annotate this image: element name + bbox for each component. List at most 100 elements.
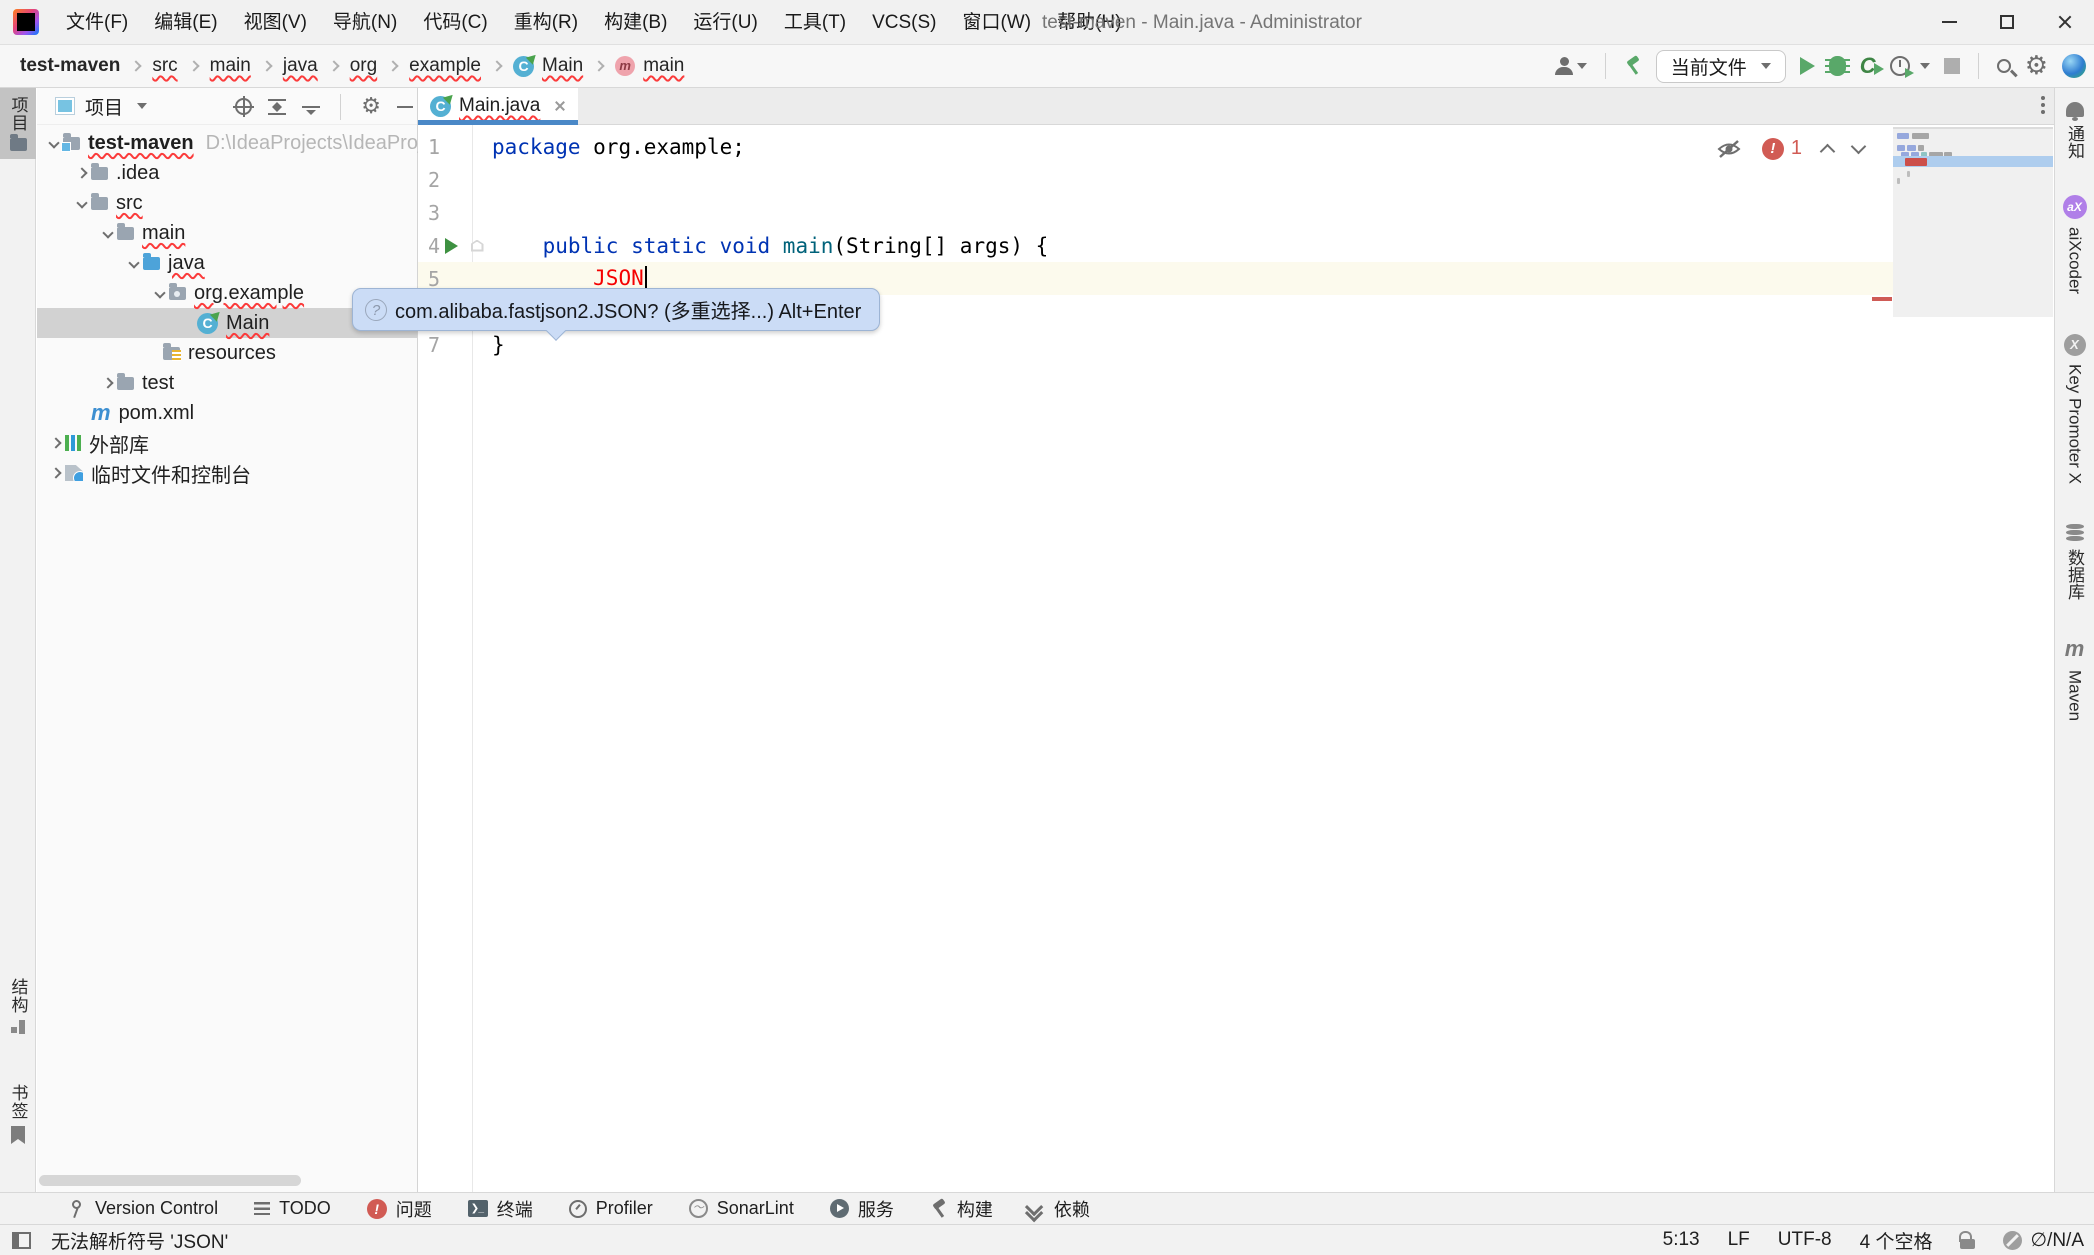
caret-position[interactable]: 5:13 xyxy=(1663,1229,1700,1251)
tree-row-resources[interactable]: resources xyxy=(37,338,417,368)
options-gear-icon[interactable]: ⚙ xyxy=(361,94,381,120)
chevron-right-icon[interactable] xyxy=(47,469,65,477)
breadcrumb-src[interactable]: src xyxy=(152,55,177,77)
tool-button-maven[interactable]: m Maven xyxy=(2055,636,2094,721)
tool-button-key-promoter[interactable]: Key Promoter X xyxy=(2055,334,2094,484)
breadcrumb-main-class[interactable]: Main xyxy=(542,55,583,77)
error-count-widget[interactable]: ! 1 xyxy=(1762,137,1802,160)
menu-code[interactable]: 代码(C) xyxy=(410,0,500,45)
chevron-down-icon[interactable] xyxy=(73,199,91,207)
error-stripe-mark[interactable] xyxy=(1872,297,1892,301)
chevron-down-icon[interactable] xyxy=(125,259,143,267)
close-button[interactable] xyxy=(2036,0,2094,44)
highlighting-level-icon[interactable] xyxy=(1716,139,1742,159)
menu-view[interactable]: 视图(V) xyxy=(231,0,320,45)
code-line-1[interactable]: 1 package org.example; xyxy=(418,130,1893,163)
tree-row-idea[interactable]: .idea xyxy=(37,158,417,188)
chevron-right-icon[interactable] xyxy=(73,169,91,177)
hide-panel-icon[interactable] xyxy=(397,106,413,108)
tool-button-build[interactable]: 构建 xyxy=(930,1196,993,1222)
menu-vcs[interactable]: VCS(S) xyxy=(859,0,949,45)
tool-button-aixcoder[interactable]: aiXcoder xyxy=(2055,195,2094,294)
tree-row-scratches[interactable]: 临时文件和控制台 xyxy=(37,458,417,488)
breadcrumb-main-method[interactable]: main xyxy=(643,55,684,77)
tree-row-main[interactable]: main xyxy=(37,218,417,248)
tool-button-profiler[interactable]: Profiler xyxy=(569,1198,653,1219)
tool-window-toggle-icon[interactable] xyxy=(12,1232,31,1249)
encoding-indicator[interactable]: UTF-8 xyxy=(1778,1229,1832,1251)
tree-row-java[interactable]: java xyxy=(37,248,417,278)
indent-indicator[interactable]: 4 个空格 xyxy=(1860,1227,1933,1254)
chevron-down-icon[interactable] xyxy=(151,289,169,297)
settings-gear-icon[interactable]: ⚙ xyxy=(2025,53,2048,79)
breadcrumb-main-dir[interactable]: main xyxy=(210,55,251,77)
code-line-3[interactable]: 3 xyxy=(418,196,1893,229)
code-line-7[interactable]: 7 } xyxy=(418,328,1893,361)
previous-error-icon[interactable] xyxy=(1820,143,1836,159)
chevron-down-icon[interactable] xyxy=(137,103,147,109)
unlocked-icon[interactable] xyxy=(1960,1239,1975,1249)
fold-marker-icon[interactable] xyxy=(471,240,484,252)
tree-row-project-root[interactable]: test-maven D:\IdeaProjects\IdeaProje xyxy=(37,128,417,158)
menu-run[interactable]: 运行(U) xyxy=(680,0,770,45)
tool-button-project[interactable]: 项目 xyxy=(0,88,36,159)
breadcrumb-java[interactable]: java xyxy=(283,55,318,77)
tool-button-version-control[interactable]: Version Control xyxy=(70,1198,218,1219)
editor-minimap[interactable] xyxy=(1893,127,2053,317)
breadcrumb-project[interactable]: test-maven xyxy=(20,55,120,77)
minimize-button[interactable] xyxy=(1920,0,1978,44)
close-icon[interactable] xyxy=(554,100,566,112)
line-ending-indicator[interactable]: LF xyxy=(1728,1229,1750,1251)
chevron-right-icon[interactable] xyxy=(99,379,117,387)
tool-button-problems[interactable]: 问题 xyxy=(367,1196,432,1222)
code-line-2[interactable]: 2 xyxy=(418,163,1893,196)
tree-row-src[interactable]: src xyxy=(37,188,417,218)
search-everywhere-icon[interactable] xyxy=(1997,59,2011,73)
profiler-run-button[interactable] xyxy=(1890,56,1930,76)
tool-button-bookmarks[interactable]: 书签 xyxy=(0,1076,36,1152)
memory-indicator[interactable]: ∅/N/A xyxy=(2003,1229,2084,1252)
breadcrumb-example[interactable]: example xyxy=(409,55,481,77)
expand-all-icon[interactable] xyxy=(268,99,286,115)
menu-refactor[interactable]: 重构(R) xyxy=(501,0,591,45)
chevron-right-icon[interactable] xyxy=(47,439,65,447)
breadcrumb-org[interactable]: org xyxy=(350,55,377,77)
tool-button-notifications[interactable]: 通知 xyxy=(2055,102,2094,159)
menu-tools[interactable]: 工具(T) xyxy=(771,0,859,45)
horizontal-scrollbar[interactable] xyxy=(39,1175,301,1186)
maximize-button[interactable] xyxy=(1978,0,2036,44)
chevron-down-icon[interactable] xyxy=(99,229,117,237)
plugin-sphere-icon[interactable] xyxy=(2062,54,2086,78)
tool-button-todo[interactable]: TODO xyxy=(254,1198,331,1219)
tool-button-structure[interactable]: 结构 xyxy=(0,970,36,1042)
run-configuration-selector[interactable]: 当前文件 xyxy=(1656,50,1786,83)
tool-button-database[interactable]: 数据库 xyxy=(2055,524,2094,600)
run-gutter-icon[interactable] xyxy=(445,238,458,254)
tool-button-sonarlint[interactable]: SonarLint xyxy=(689,1198,794,1219)
code-line-4[interactable]: 4 public static void main(String[] args)… xyxy=(418,229,1893,262)
run-button[interactable] xyxy=(1800,57,1815,75)
profile-button[interactable] xyxy=(1555,57,1587,75)
coverage-run-icon[interactable] xyxy=(1860,55,1876,77)
tool-button-dependencies[interactable]: 依赖 xyxy=(1029,1196,1090,1222)
build-hammer-icon[interactable] xyxy=(1624,57,1642,75)
project-panel-title[interactable]: 项目 xyxy=(85,93,123,120)
tree-row-pom[interactable]: m pom.xml xyxy=(37,398,417,428)
menu-edit[interactable]: 编辑(E) xyxy=(141,0,230,45)
tree-row-external-libs[interactable]: 外部库 xyxy=(37,428,417,458)
import-suggestion-tooltip[interactable]: com.alibaba.fastjson2.JSON? (多重选择...) Al… xyxy=(352,288,880,331)
tree-row-test[interactable]: test xyxy=(37,368,417,398)
tab-main-java[interactable]: C Main.java xyxy=(418,88,578,124)
menu-build[interactable]: 构建(B) xyxy=(591,0,680,45)
tool-button-terminal[interactable]: 终端 xyxy=(468,1196,533,1222)
tool-button-services[interactable]: 服务 xyxy=(830,1196,894,1222)
menu-window[interactable]: 窗口(W) xyxy=(949,0,1044,45)
select-opened-file-icon[interactable] xyxy=(235,98,252,115)
collapse-all-icon[interactable] xyxy=(302,99,320,115)
debug-button[interactable] xyxy=(1829,56,1846,76)
menu-navigate[interactable]: 导航(N) xyxy=(320,0,410,45)
tab-options-icon[interactable] xyxy=(2040,96,2046,118)
menu-file[interactable]: 文件(F) xyxy=(53,0,141,45)
next-error-icon[interactable] xyxy=(1851,138,1867,154)
code-editor[interactable]: 1 package org.example; 2 3 4 public stat… xyxy=(418,125,2054,1192)
